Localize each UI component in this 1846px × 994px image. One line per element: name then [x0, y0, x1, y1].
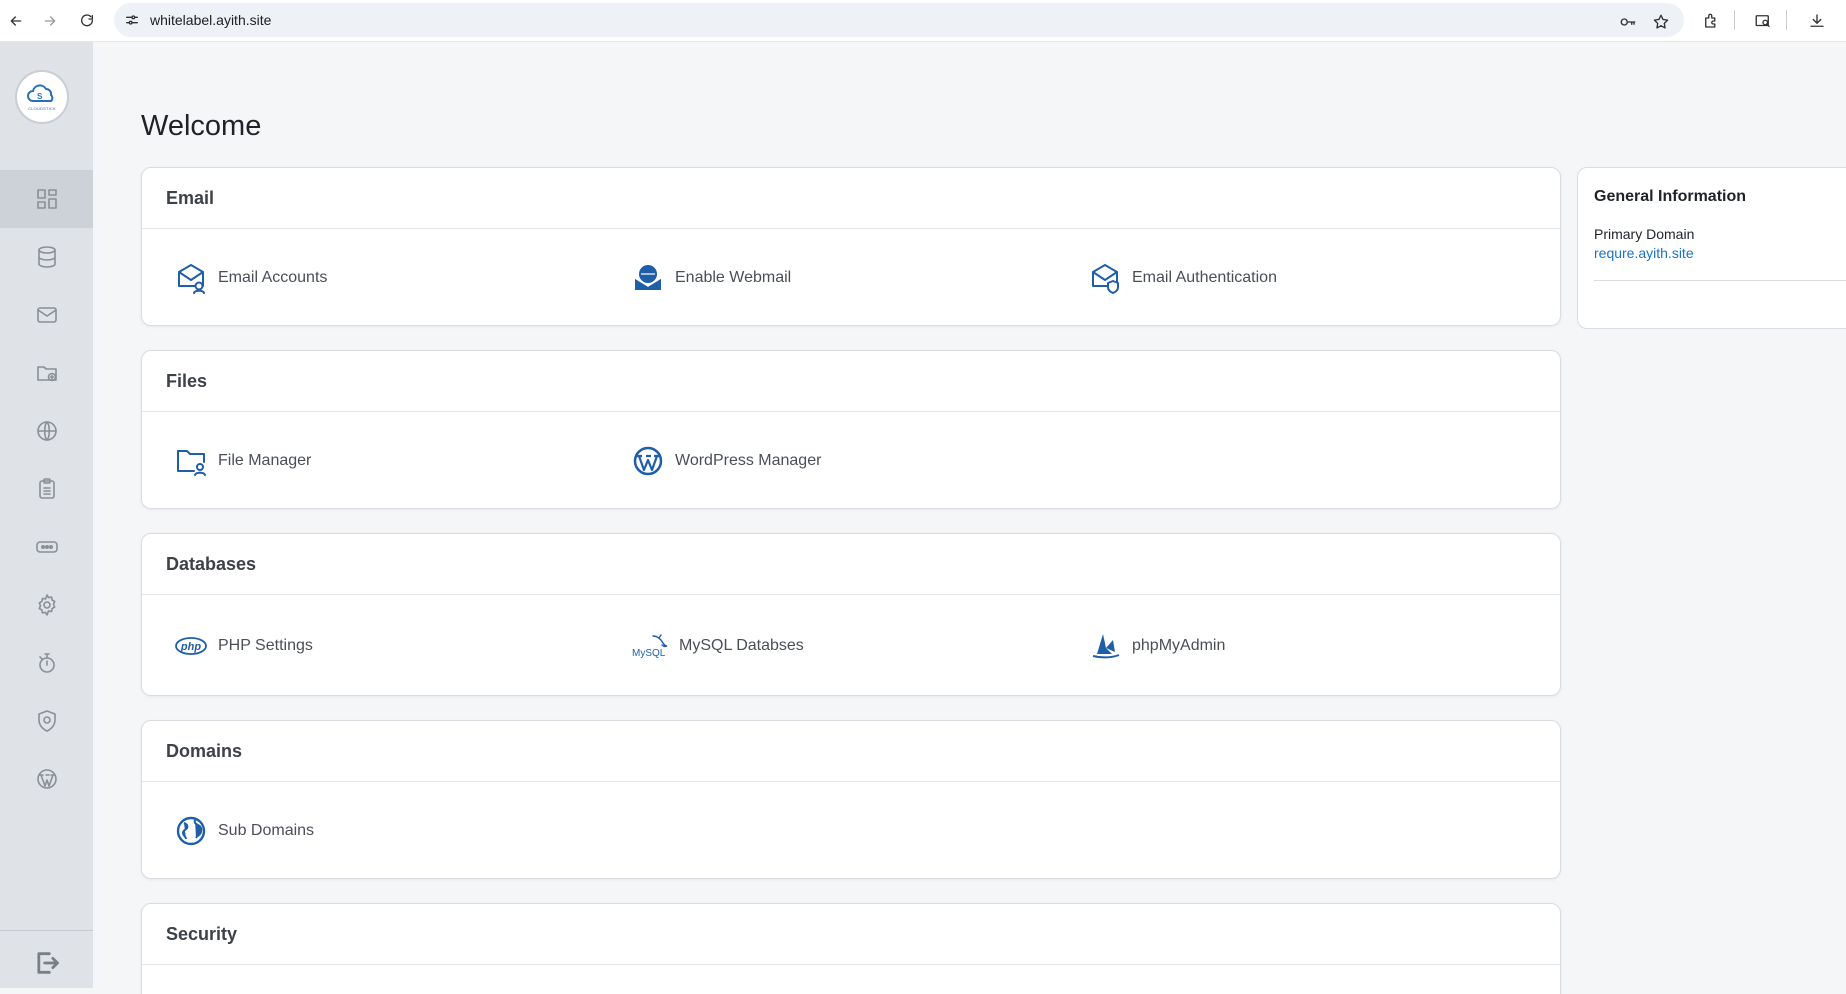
reload-icon: [81, 14, 93, 27]
screen-search-icon: [1755, 15, 1770, 27]
folder-add-icon: [36, 366, 57, 382]
globe-icon: [174, 814, 208, 848]
section-title: Domains: [142, 721, 1560, 782]
section-email: Email Email Accounts Enable Webmail Emai…: [141, 167, 1561, 326]
sidebar: S CLOUDSTICK: [0, 42, 93, 988]
sidebar-item-domains[interactable]: [0, 402, 93, 460]
sidebar-item-files[interactable]: [0, 344, 93, 402]
mail-icon: [36, 307, 57, 323]
section-databases: Databases php PHP Settings MySQL MySQL D…: [141, 533, 1561, 696]
brand-logo[interactable]: S CLOUDSTICK: [15, 70, 69, 124]
sidebar-item-settings[interactable]: [0, 576, 93, 634]
svg-text:S: S: [37, 92, 43, 101]
url-text: whitelabel.ayith.site: [150, 12, 272, 28]
tool-wordpress-manager[interactable]: WordPress Manager: [631, 412, 822, 508]
globe-icon: [36, 421, 57, 441]
clipboard-icon: [38, 478, 55, 499]
browser-toolbar: whitelabel.ayith.site: [0, 0, 1846, 42]
tool-label: PHP Settings: [218, 636, 313, 654]
sidebar-item-logs[interactable]: [0, 460, 93, 518]
password-icon: [35, 541, 58, 553]
cloud-logo-icon: S: [27, 84, 54, 102]
sidebar-item-passwords[interactable]: [0, 518, 93, 576]
page-title: Welcome: [141, 110, 262, 142]
extensions-button[interactable]: [1698, 8, 1724, 34]
back-button[interactable]: [3, 8, 29, 34]
tool-label: File Manager: [218, 451, 312, 469]
section-files: Files File Manager WordPress Manager: [141, 350, 1561, 509]
tool-label: Sub Domains: [218, 821, 315, 839]
info-divider: [1594, 280, 1846, 281]
sidebar-item-email[interactable]: [0, 286, 93, 344]
tool-label: phpMyAdmin: [1132, 636, 1226, 654]
section-title: Security: [142, 904, 1560, 965]
svg-text:php: php: [180, 641, 201, 653]
email-authentication-icon: [1088, 261, 1122, 295]
dashboard-icon: [36, 189, 57, 209]
puzzle-icon: [1705, 13, 1716, 28]
webmail-icon: [631, 261, 665, 295]
email-accounts-icon: [174, 261, 208, 295]
arrow-left-icon: [10, 16, 22, 26]
tool-label: MySQL Databses: [679, 636, 804, 654]
arrow-right-icon: [44, 16, 56, 26]
sidebar-item-databases[interactable]: [0, 228, 93, 286]
file-manager-icon: [174, 444, 208, 478]
tool-email-authentication[interactable]: Email Authentication: [1088, 229, 1277, 325]
primary-domain-link[interactable]: requre.ayith.site: [1594, 245, 1694, 261]
tool-email-accounts[interactable]: Email Accounts: [174, 229, 328, 325]
tool-php-settings[interactable]: php PHP Settings: [174, 595, 313, 695]
tool-mysql-databases[interactable]: MySQL MySQL Databses: [631, 595, 804, 695]
address-bar[interactable]: whitelabel.ayith.site: [114, 3, 1684, 37]
gear-icon: [38, 594, 55, 616]
section-title: Files: [142, 351, 1560, 412]
svg-text:MySQL: MySQL: [632, 648, 666, 659]
reload-button[interactable]: [74, 8, 100, 34]
password-key-button[interactable]: [1617, 11, 1639, 33]
downloads-button[interactable]: [1804, 8, 1830, 34]
section-domains: Domains Sub Domains: [141, 720, 1561, 879]
info-title: General Information: [1594, 188, 1747, 205]
brand-name: CLOUDSTICK: [28, 106, 56, 111]
cast-search-button[interactable]: [1750, 8, 1776, 34]
timer-icon: [38, 653, 55, 673]
php-icon: php: [174, 629, 208, 663]
tool-label: WordPress Manager: [675, 451, 822, 469]
sidebar-divider: [0, 930, 93, 931]
bookmark-button[interactable]: [1650, 11, 1672, 33]
section-title: Databases: [142, 534, 1560, 595]
tool-label: Enable Webmail: [675, 268, 792, 286]
general-information-panel: General Information Primary Domain requr…: [1577, 167, 1846, 329]
key-icon: [1620, 18, 1636, 26]
sidebar-item-cron[interactable]: [0, 634, 93, 692]
section-security: Security: [141, 903, 1561, 994]
logout-icon: [36, 952, 59, 974]
toolbar-divider: [1734, 10, 1735, 30]
tool-label: Email Accounts: [218, 268, 328, 286]
mysql-icon: MySQL: [631, 629, 669, 663]
database-icon: [37, 246, 56, 268]
logout-button[interactable]: [0, 938, 93, 988]
section-title: Email: [142, 168, 1560, 229]
tool-sub-domains[interactable]: Sub Domains: [174, 782, 315, 878]
site-settings-icon[interactable]: [124, 12, 140, 28]
sidebar-item-dashboard[interactable]: [0, 170, 93, 228]
tool-file-manager[interactable]: File Manager: [174, 412, 312, 508]
tool-label: Email Authentication: [1132, 268, 1277, 286]
tool-phpmyadmin[interactable]: phpMyAdmin: [1088, 595, 1226, 695]
sidebar-item-wordpress[interactable]: [0, 750, 93, 808]
toolbar-divider: [1786, 10, 1787, 30]
phpmyadmin-icon: [1088, 629, 1122, 663]
shield-icon: [37, 710, 56, 732]
download-icon: [1810, 14, 1824, 27]
sidebar-item-security[interactable]: [0, 692, 93, 750]
tool-enable-webmail[interactable]: Enable Webmail: [631, 229, 792, 325]
star-icon: [1653, 14, 1669, 29]
primary-domain-label: Primary Domain: [1594, 226, 1695, 242]
forward-button[interactable]: [37, 8, 63, 34]
wordpress-icon: [631, 444, 665, 478]
wordpress-icon: [36, 769, 57, 789]
